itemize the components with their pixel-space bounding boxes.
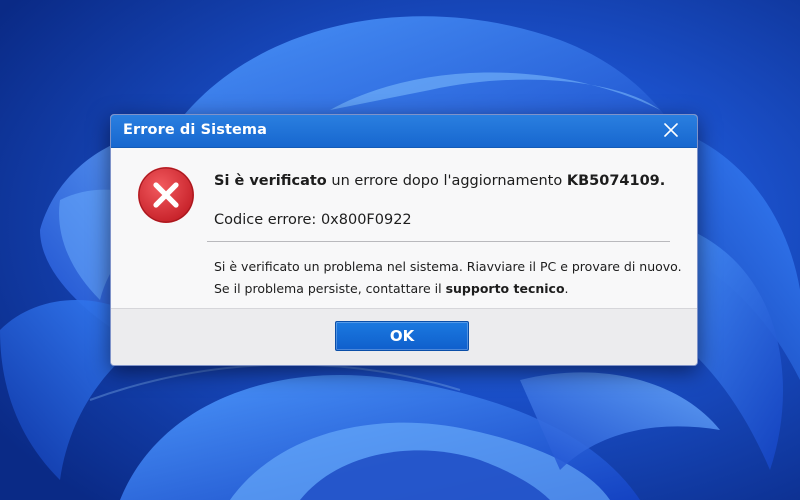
dialog-footer: OK xyxy=(111,308,697,365)
error-x-circle-icon xyxy=(137,166,195,224)
error-code-value: 0x800F0922 xyxy=(320,212,412,228)
headline-middle: un errore dopo l'aggiornamento xyxy=(326,173,567,189)
dialog-content: Si è verificato un errore dopo l'aggiorn… xyxy=(111,148,697,308)
error-headline: Si è verificato un errore dopo l'aggiorn… xyxy=(214,173,665,189)
dialog-title-bar[interactable]: Errore di Sistema xyxy=(111,115,697,148)
error-code-label: Codice errore: xyxy=(214,212,321,228)
ok-button[interactable]: OK xyxy=(335,321,469,351)
headline-bold-lead: Si è verificato xyxy=(214,173,327,189)
content-divider xyxy=(207,241,670,242)
support-link-text: supporto tecnico xyxy=(445,281,565,296)
error-code-line: Codice errore: 0x800F0922 xyxy=(214,212,412,228)
message-line-2-prefix: Se il problema persiste, contattare il xyxy=(214,281,446,296)
close-icon xyxy=(664,122,678,141)
dialog-title: Errore di Sistema xyxy=(123,122,268,138)
message-line-2-suffix: . xyxy=(564,281,569,296)
close-button[interactable] xyxy=(651,117,691,145)
error-message: Si è verificato un problema nel sistema.… xyxy=(214,256,682,300)
error-dialog: Errore di Sistema Si è verificato un err… xyxy=(110,114,698,366)
message-line-1: Si è verificato un problema nel sistema.… xyxy=(214,259,682,274)
message-line-2: Se il problema persiste, contattare il s… xyxy=(214,278,682,300)
headline-kb-number: KB5074109. xyxy=(566,173,666,189)
